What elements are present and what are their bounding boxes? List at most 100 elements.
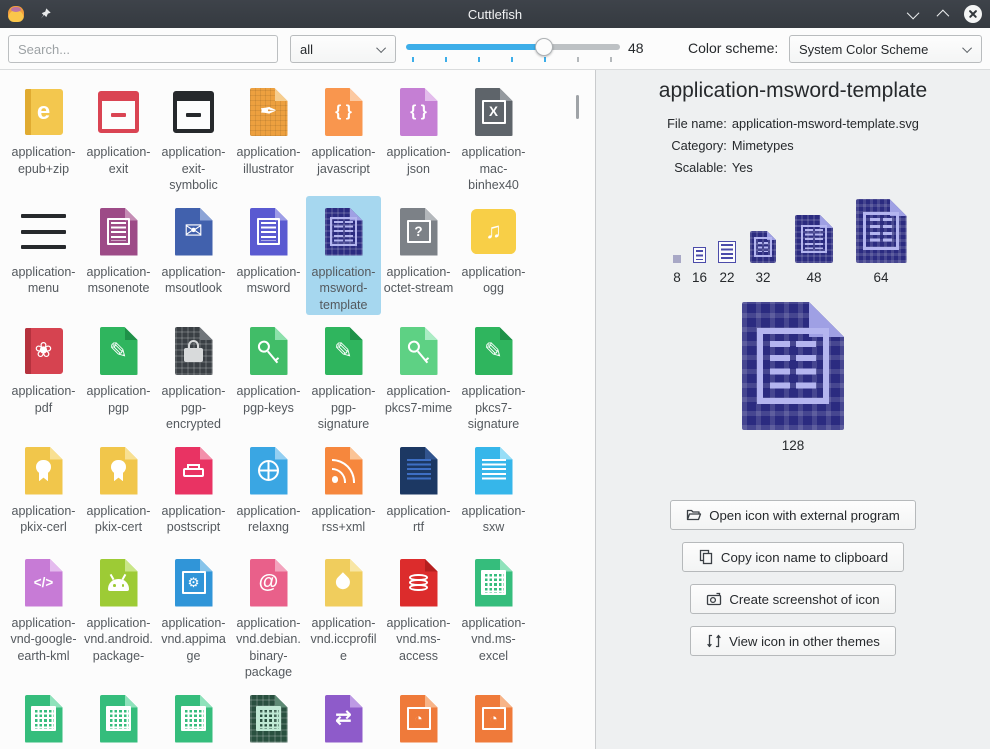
grid-item-label: application-pkix-cert [83, 503, 154, 536]
mime-icon: ✒ [245, 88, 293, 136]
grid-item[interactable]: ⚙application-vnd.appimage [156, 547, 231, 683]
toolbar: all 48 Color scheme: System Color Scheme [0, 28, 990, 70]
grid-item[interactable]: application-exit [81, 76, 156, 196]
size-label: 64 [874, 270, 889, 285]
grid-item[interactable]: application-rss+xml [306, 435, 381, 547]
grid-item[interactable]: application-vnd.android.package- [81, 547, 156, 683]
grid-item-label: application-msoutlook [158, 264, 229, 297]
grid-item[interactable]: ✎application-pgp-signature [306, 315, 381, 435]
screenshot-button[interactable]: Create screenshot of icon [690, 584, 895, 614]
grid-item-label: application-pkcs7-mime [383, 383, 454, 416]
grid-item[interactable]: application-pgp-encrypted [156, 315, 231, 435]
icon-grid: eapplication-epub+zipapplication-exitapp… [6, 76, 572, 749]
grid-item-label: application-mac-binhex40 [458, 144, 529, 194]
slider-thumb[interactable] [535, 38, 553, 56]
mime-icon [95, 695, 143, 743]
view-other-themes-button[interactable]: View icon in other themes [690, 626, 896, 656]
grid-item[interactable]: application-vnd.iccprofile [306, 547, 381, 683]
mime-icon: ◔ [395, 695, 443, 743]
grid-item[interactable]: </>application-vnd-google-earth-kml [6, 547, 81, 683]
grid-item[interactable]: application-msonenote [81, 196, 156, 316]
grid-item-label: application-sxw [458, 503, 529, 536]
grid-item[interactable]: application-msword-template [306, 196, 381, 316]
grid-item-label: application-msword [233, 264, 304, 297]
grid-item-label: application-pgp-keys [233, 383, 304, 416]
grid-item[interactable]: eapplication-epub+zip [6, 76, 81, 196]
grid-item[interactable]: application-pkix-cerl [6, 435, 81, 547]
mime-icon: { } [320, 88, 368, 136]
grid-item[interactable]: application-sxw [456, 435, 531, 547]
open-external-button[interactable]: Open icon with external program [670, 500, 916, 530]
grid-scrollbar[interactable] [576, 95, 579, 119]
grid-item[interactable]: Xapplication-mac-binhex40 [456, 76, 531, 196]
grid-item[interactable]: ✎application-pgp [81, 315, 156, 435]
copy-icon [698, 549, 714, 565]
field-value: Mimetypes [732, 138, 919, 153]
grid-item[interactable]: application-pgp-keys [231, 315, 306, 435]
grid-item-label: application-menu [8, 264, 79, 297]
grid-item[interactable]: application-rtf [381, 435, 456, 547]
slider-track[interactable] [406, 44, 620, 50]
detail-fields: File name: application-msword-template.s… [667, 116, 919, 175]
chevron-down-icon [376, 43, 386, 53]
grid-item[interactable]: application-pkix-cert [81, 435, 156, 547]
grid-item[interactable]: @application-vnd.debian.binary-package [231, 547, 306, 683]
field-label: Scalable: [667, 160, 727, 175]
grid-item[interactable]: application-pkcs7-mime [381, 315, 456, 435]
icon-size-slider[interactable] [406, 36, 620, 62]
copy-name-button[interactable]: Copy icon name to clipboard [682, 542, 904, 572]
grid-item[interactable]: ✒ application-illustrator [231, 76, 306, 196]
grid-item-label: application-octet-stream [383, 264, 454, 297]
grid-item[interactable]: ?application-octet-stream [381, 196, 456, 316]
mime-icon: </> [20, 559, 68, 607]
grid-item[interactable]: ✉application-msoutlook [156, 196, 231, 316]
size-label: 16 [692, 270, 707, 285]
mime-icon [95, 208, 143, 256]
grid-item[interactable]: ◔application-vnd.ms-powerpoint [381, 683, 456, 749]
grid-item[interactable]: { }application-json [381, 76, 456, 196]
mime-icon [170, 447, 218, 495]
grid-item[interactable]: ✎application-pkcs7-signature [456, 315, 531, 435]
size-label: 128 [782, 438, 805, 453]
mime-icon [20, 208, 68, 256]
grid-item[interactable]: application-msword [231, 196, 306, 316]
grid-item[interactable]: application-vnd.ms-excel.sheet.m [156, 683, 231, 749]
icon-preview-16: 16 [692, 247, 707, 285]
mime-icon [245, 695, 293, 743]
detail-panel: application-msword-template File name: a… [596, 70, 990, 749]
mime-icon [95, 447, 143, 495]
search-input[interactable] [8, 35, 278, 63]
mime-icon [170, 695, 218, 743]
grid-item[interactable]: application-vnd.ms-excel.templat [231, 683, 306, 749]
window-shade-icon[interactable] [907, 6, 920, 19]
grid-item[interactable]: ◔application-vnd.ms-powerpoint.a [456, 683, 531, 749]
pin-icon[interactable] [38, 7, 52, 21]
grid-item[interactable]: application-postscript [156, 435, 231, 547]
category-filter-dropdown[interactable]: all [290, 35, 396, 63]
grid-item-label: application-vnd.iccprofile [308, 615, 379, 665]
grid-item[interactable]: ⇄application-vnd.ms-infopath [306, 683, 381, 749]
grid-item[interactable]: application-exit-symbolic [156, 76, 231, 196]
window-maximize-icon[interactable] [937, 9, 950, 22]
grid-item-label: application-exit-symbolic [158, 144, 229, 194]
large-preview: 128 [729, 302, 857, 453]
action-buttons: Open icon with external program Copy ico… [670, 500, 916, 656]
color-scheme-value: System Color Scheme [799, 42, 928, 57]
grid-item[interactable]: application-vnd.ms-excel.addin.m [6, 683, 81, 749]
size-label: 48 [807, 270, 822, 285]
color-scheme-dropdown[interactable]: System Color Scheme [789, 35, 982, 63]
window-close-button[interactable] [964, 5, 982, 23]
grid-item[interactable]: ❀application-pdf [6, 315, 81, 435]
size-label: 8 [673, 270, 681, 285]
grid-item[interactable]: application-menu [6, 196, 81, 316]
mime-icon [20, 447, 68, 495]
grid-item[interactable]: ♫application-ogg [456, 196, 531, 316]
grid-item[interactable]: application-vnd.ms-excel.sheet.bi [81, 683, 156, 749]
grid-item[interactable]: application-vnd.ms-access [381, 547, 456, 683]
mime-icon: X [470, 88, 518, 136]
grid-item[interactable]: application-vnd.ms-excel [456, 547, 531, 683]
grid-item[interactable]: { }application-javascript [306, 76, 381, 196]
grid-item[interactable]: application-relaxng [231, 435, 306, 547]
grid-item-label: application-pgp-signature [308, 383, 379, 433]
grid-item-label: application-illustrator [233, 144, 304, 177]
